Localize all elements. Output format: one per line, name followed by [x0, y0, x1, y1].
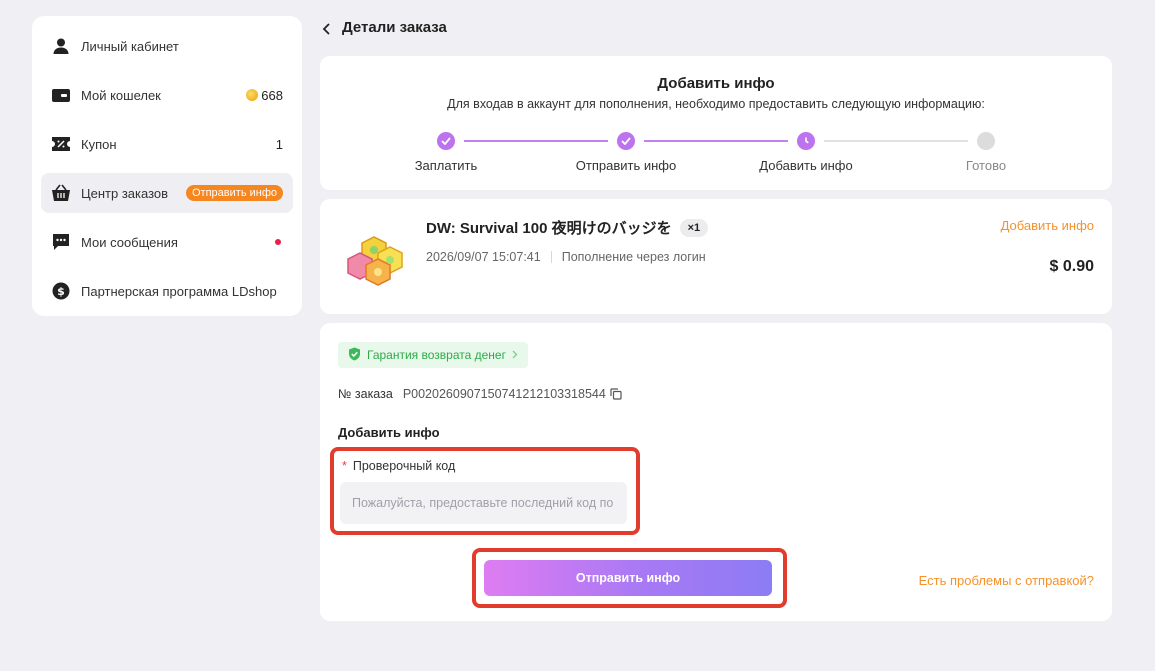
dollar-icon: $: [51, 281, 71, 301]
sidebar-item-label: Личный кабинет: [81, 38, 179, 54]
coin-icon: [246, 89, 259, 101]
sidebar-item-affiliate[interactable]: $ Партнерская программа LDshop: [41, 271, 293, 311]
message-icon: [51, 232, 71, 252]
shield-check-icon: [348, 347, 361, 364]
divider: [550, 251, 552, 263]
submit-info-button[interactable]: Отправить инфо: [484, 560, 772, 596]
sidebar-item-label: Мои сообщения: [81, 234, 178, 250]
steps-subtitle: Для входав в аккаунт для пополнения, нео…: [447, 97, 985, 111]
sidebar-item-label: Партнерская программа LDshop: [81, 283, 277, 299]
step-connector: [824, 140, 968, 142]
product-price: $ 0.90: [1049, 258, 1094, 275]
svg-text:$: $: [57, 285, 65, 298]
coupon-count: 1: [275, 136, 283, 152]
order-number: P0020260907150741212103318544: [402, 387, 606, 401]
money-back-guarantee[interactable]: Гарантия возврата денег: [338, 342, 528, 368]
guarantee-label: Гарантия возврата денег: [367, 348, 506, 362]
sidebar-item-orders[interactable]: Центр заказов Отправить инфо: [41, 173, 293, 213]
required-asterisk: *: [342, 459, 347, 473]
step-connector: [644, 140, 788, 142]
verification-code-highlight: * Проверочный код: [330, 447, 640, 535]
step-label: Заплатить: [414, 158, 478, 173]
page-title: Детали заказа: [342, 18, 447, 36]
chevron-left-icon[interactable]: [322, 22, 332, 35]
order-number-row: № заказа P0020260907150741212103318544: [338, 387, 622, 401]
copy-icon[interactable]: [610, 388, 622, 400]
product-meta: 2026/09/07 15:07:41 Пополнение через лог…: [426, 250, 706, 264]
quantity-badge: ×1: [679, 218, 709, 237]
steps-title: Добавить инфо: [657, 75, 775, 92]
progress-card: Добавить инфо Для входав в аккаунт для п…: [320, 56, 1112, 190]
product-card: DW: Survival 100 夜明けのバッジを ×1 2026/09/07 …: [320, 199, 1112, 314]
info-form-card: Гарантия возврата денег № заказа P002026…: [320, 323, 1112, 621]
progress-steps: [320, 132, 1112, 152]
sidebar-item-wallet[interactable]: Мой кошелек 668: [41, 75, 293, 115]
basket-icon: [51, 183, 71, 203]
unread-dot: [275, 239, 281, 245]
chevron-right-icon: [512, 348, 518, 362]
sidebar-item-label: Мой кошелек: [81, 87, 161, 103]
section-title: Добавить инфо: [338, 425, 440, 440]
sidebar-item-label: Купон: [81, 136, 117, 152]
field-label-text: Проверочный код: [352, 459, 456, 473]
user-icon: [51, 36, 71, 56]
product-title: DW: Survival 100 夜明けのバッジを: [426, 220, 672, 237]
clock-icon: [797, 132, 815, 150]
check-icon: [437, 132, 455, 150]
wallet-balance-value: 668: [261, 87, 283, 103]
step-connector: [464, 140, 608, 142]
product-title-row: DW: Survival 100 夜明けのバッジを ×1: [426, 217, 709, 238]
sidebar-item-coupon[interactable]: Купон 1: [41, 124, 293, 164]
submit-highlight: Отправить инфо: [472, 548, 787, 608]
wallet-icon: [51, 85, 71, 105]
status-badge: Отправить инфо: [186, 185, 283, 201]
wallet-balance: 668: [246, 88, 283, 103]
topup-method: Пополнение через логин: [561, 250, 706, 264]
step-label: Готово: [965, 158, 1007, 173]
pending-dot-icon: [977, 132, 995, 150]
check-icon: [617, 132, 635, 150]
order-date: 2026/09/07 15:07:41: [426, 250, 541, 264]
sidebar-item-profile[interactable]: Личный кабинет: [41, 26, 293, 66]
sidebar: Личный кабинет Мой кошелек 668 Купон 1 Ц…: [32, 16, 302, 316]
coupon-icon: [51, 134, 71, 154]
page-header: Детали заказа: [322, 16, 447, 38]
step-label: Отправить инфо: [575, 158, 677, 173]
verification-code-input[interactable]: [340, 482, 627, 524]
order-status-link[interactable]: Добавить инфо: [1001, 218, 1094, 233]
product-image: [340, 229, 412, 289]
sidebar-item-messages[interactable]: Мои сообщения: [41, 222, 293, 262]
sidebar-item-label: Центр заказов: [81, 185, 169, 201]
order-number-label: № заказа: [338, 387, 393, 401]
submission-problem-link[interactable]: Есть проблемы с отправкой?: [919, 573, 1094, 588]
field-label: * Проверочный код: [342, 459, 455, 473]
step-label: Добавить инфо: [759, 158, 853, 173]
